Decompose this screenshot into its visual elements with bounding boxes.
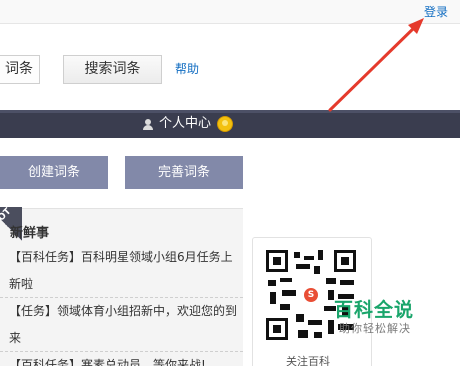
qr-finder (266, 318, 288, 340)
qr-finder (334, 250, 356, 272)
user-icon (143, 119, 153, 130)
news-item[interactable]: 【任务】领域体育小组招新中，欢迎您的到来 (9, 298, 239, 352)
arrow-shaft (328, 22, 420, 112)
qr-module (296, 314, 304, 322)
qr-module (282, 290, 296, 296)
qr-module (270, 292, 276, 304)
watermark-subtitle: 助你轻松解决 (339, 322, 411, 335)
news-item[interactable]: 【百科任务】寒素总动员，等你来战! (9, 352, 239, 366)
improve-entry-button[interactable]: 完善词条 (125, 156, 243, 189)
login-link[interactable]: 登录 (424, 3, 448, 20)
qr-module (314, 332, 322, 338)
qr-module (318, 250, 323, 260)
qr-module (314, 266, 320, 274)
qr-logo-icon: S (302, 286, 320, 304)
create-entry-button[interactable]: 创建词条 (0, 156, 108, 189)
qr-module (328, 320, 334, 334)
watermark-title: 百科全说 (334, 299, 415, 321)
qr-module (298, 330, 308, 338)
user-center-label: 个人中心 (159, 116, 212, 131)
follow-label: 关注百科 (286, 355, 330, 366)
qr-module (326, 278, 336, 284)
qr-module (294, 252, 300, 258)
top-bar: 登录 (0, 0, 460, 24)
qr-module (268, 280, 276, 286)
news-title: 新鲜事 (10, 226, 50, 241)
qr-module (280, 278, 292, 282)
qr-finder (266, 250, 288, 272)
qr-module (280, 304, 290, 310)
qr-module (308, 320, 322, 325)
search-entry-button[interactable]: 搜索词条 (63, 55, 162, 84)
qr-module (340, 280, 354, 285)
qr-module (304, 256, 314, 260)
help-link[interactable]: 帮助 (175, 60, 199, 77)
qr-module (296, 264, 310, 269)
search-input[interactable]: 词条 (0, 55, 40, 84)
news-item[interactable]: 【百科任务】百科明星领域小组6月任务上新啦 (9, 244, 239, 298)
medal-icon (217, 116, 233, 132)
user-center-menu[interactable]: 个人中心 (140, 110, 244, 138)
